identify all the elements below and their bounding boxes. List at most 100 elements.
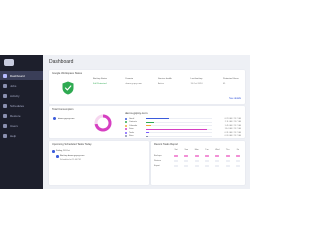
recent-cell[interactable]	[194, 165, 199, 167]
upcoming-card-title: Upcoming Scheduled Tasks Today	[52, 143, 92, 146]
storage-domain: demo.gcpsy.com	[125, 111, 148, 115]
sidebar-nav: Dashboard Jobs Activity Schedules Restore Use…	[0, 71, 43, 140]
recent-day-label: Mon	[194, 149, 199, 151]
recent-cell[interactable]	[235, 165, 240, 167]
status-column-label: Service health	[158, 78, 172, 80]
recent-cell[interactable]	[204, 155, 209, 157]
logo-mark	[4, 59, 14, 66]
recent-day-label: Thu	[225, 149, 230, 151]
legend-value: 0.20 GB / 23.7 GB	[224, 135, 241, 138]
status-column-label: Backup Status	[93, 78, 108, 80]
recent-cell[interactable]	[194, 160, 199, 162]
recent-cell[interactable]	[174, 160, 178, 162]
recent-row: Backups	[154, 155, 241, 157]
recent-cell[interactable]	[215, 160, 220, 162]
upcoming-date-label: Friday, 18 Oct	[56, 150, 70, 153]
sidebar-item-users[interactable]: Users	[0, 121, 43, 130]
recent-cell[interactable]	[235, 155, 240, 157]
page-title: Dashboard	[49, 59, 74, 65]
backup-icon	[56, 155, 59, 158]
domain-chip[interactable]: demo.gcpsy.com	[53, 117, 74, 120]
legend-fill	[146, 132, 150, 134]
legend-fill	[146, 118, 170, 120]
recent-cell[interactable]	[174, 165, 178, 167]
globe-icon	[53, 117, 56, 120]
legend-name: Tasks	[129, 131, 135, 134]
recent-row-cells	[173, 160, 241, 162]
sidebar-item-jobs[interactable]: Jobs	[0, 81, 43, 90]
recent-cell[interactable]	[225, 160, 230, 162]
upcoming-task-time: Scheduled at 11:00 PM	[60, 159, 81, 161]
recent-cell[interactable]	[235, 160, 240, 162]
main-content: Dashboard Google Workspace Status Backup…	[43, 55, 250, 189]
schedules-icon	[3, 103, 7, 108]
status-column: Backup Status Full Protected	[93, 78, 111, 86]
recent-cell[interactable]	[225, 165, 230, 167]
status-column-label: Protected Users	[223, 78, 239, 80]
recent-day-label: Wed	[215, 149, 220, 151]
sidebar-item-label: Users	[10, 123, 18, 128]
recent-row: Restore	[154, 160, 241, 162]
sidebar-item-activity[interactable]: Activity	[0, 91, 43, 100]
recent-day-label: Sun	[184, 149, 189, 151]
recent-day-label: Fri	[236, 149, 240, 151]
recent-cell[interactable]	[225, 155, 230, 157]
legend-track	[146, 125, 212, 127]
recent-cell[interactable]	[174, 155, 178, 157]
status-column-value: 61	[223, 83, 226, 85]
shield-check-icon	[62, 81, 74, 95]
domain-chip-label: demo.gcpsy.com	[58, 117, 75, 120]
status-column-label: Last backup	[190, 78, 203, 80]
sidebar-item-dashboard[interactable]: Dashboard	[0, 71, 43, 80]
upcoming-task-label: Backup demo.gcpsy.com	[60, 155, 85, 158]
legend-name: Contacts	[129, 121, 137, 124]
status-columns: Backup Status Full Protected Domain demo.gc…	[93, 78, 241, 86]
status-column: Service health Active	[158, 78, 176, 86]
legend-fill	[146, 121, 154, 123]
recent-cell[interactable]	[184, 165, 189, 167]
recent-row-label: Export	[154, 165, 160, 167]
legend-dot	[125, 128, 127, 131]
recent-cell[interactable]	[184, 155, 189, 157]
jobs-icon	[3, 83, 7, 88]
recent-cell[interactable]	[184, 160, 189, 162]
legend-track	[146, 132, 212, 134]
recent-row-cells	[173, 165, 241, 167]
recent-cell[interactable]	[204, 165, 209, 167]
legend-fill	[146, 128, 207, 130]
calendar-icon	[52, 150, 55, 153]
legend-row: Sites 0.20 GB / 23.7 GB	[125, 135, 241, 139]
status-column: Last backup 15 Oct 2024	[191, 78, 209, 86]
restore-icon	[3, 113, 7, 118]
help-icon	[3, 133, 7, 138]
activity-icon	[3, 93, 7, 98]
see-details-link[interactable]: See details	[229, 97, 241, 100]
recent-cell[interactable]	[204, 160, 209, 162]
upcoming-task-item[interactable]: Backup demo.gcpsy.com	[56, 155, 84, 158]
legend-value: 0.31 GB / 23.7 GB	[224, 131, 241, 134]
recent-row-label: Restore	[154, 160, 162, 162]
sidebar-item-schedules[interactable]: Schedules	[0, 101, 43, 110]
storage-legend: Gmail 6.23 GB / 23.7 GB Contacts 2.11 GB / …	[125, 117, 241, 138]
sidebar-item-restore[interactable]: Restore	[0, 111, 43, 120]
legend-fill	[146, 125, 152, 127]
logo	[0, 55, 43, 69]
sidebar-item-help[interactable]: Help	[0, 131, 43, 140]
legend-name: Gmail	[129, 117, 135, 120]
dashboard-icon	[3, 73, 7, 78]
recent-days-header: Sat Sun Mon Tue Wed Thu Fri	[173, 149, 241, 151]
legend-value: 13.4 GB / 23.7 GB	[224, 128, 241, 131]
recent-cell[interactable]	[194, 155, 199, 157]
storage-donut	[94, 114, 112, 132]
sidebar-item-label: Restore	[10, 113, 21, 118]
status-column-value: demo.gcpsy.com	[125, 83, 142, 85]
legend-name: Sites	[129, 135, 134, 138]
recent-row-cells	[173, 155, 241, 157]
recent-cell[interactable]	[215, 165, 220, 167]
legend-track	[146, 135, 212, 137]
recent-cell[interactable]	[215, 155, 220, 157]
recent-day-label: Tue	[205, 149, 209, 151]
legend-dot	[125, 117, 127, 120]
legend-value: 1.45 GB / 23.7 GB	[224, 124, 241, 127]
sidebar-item-label: Help	[10, 133, 17, 138]
